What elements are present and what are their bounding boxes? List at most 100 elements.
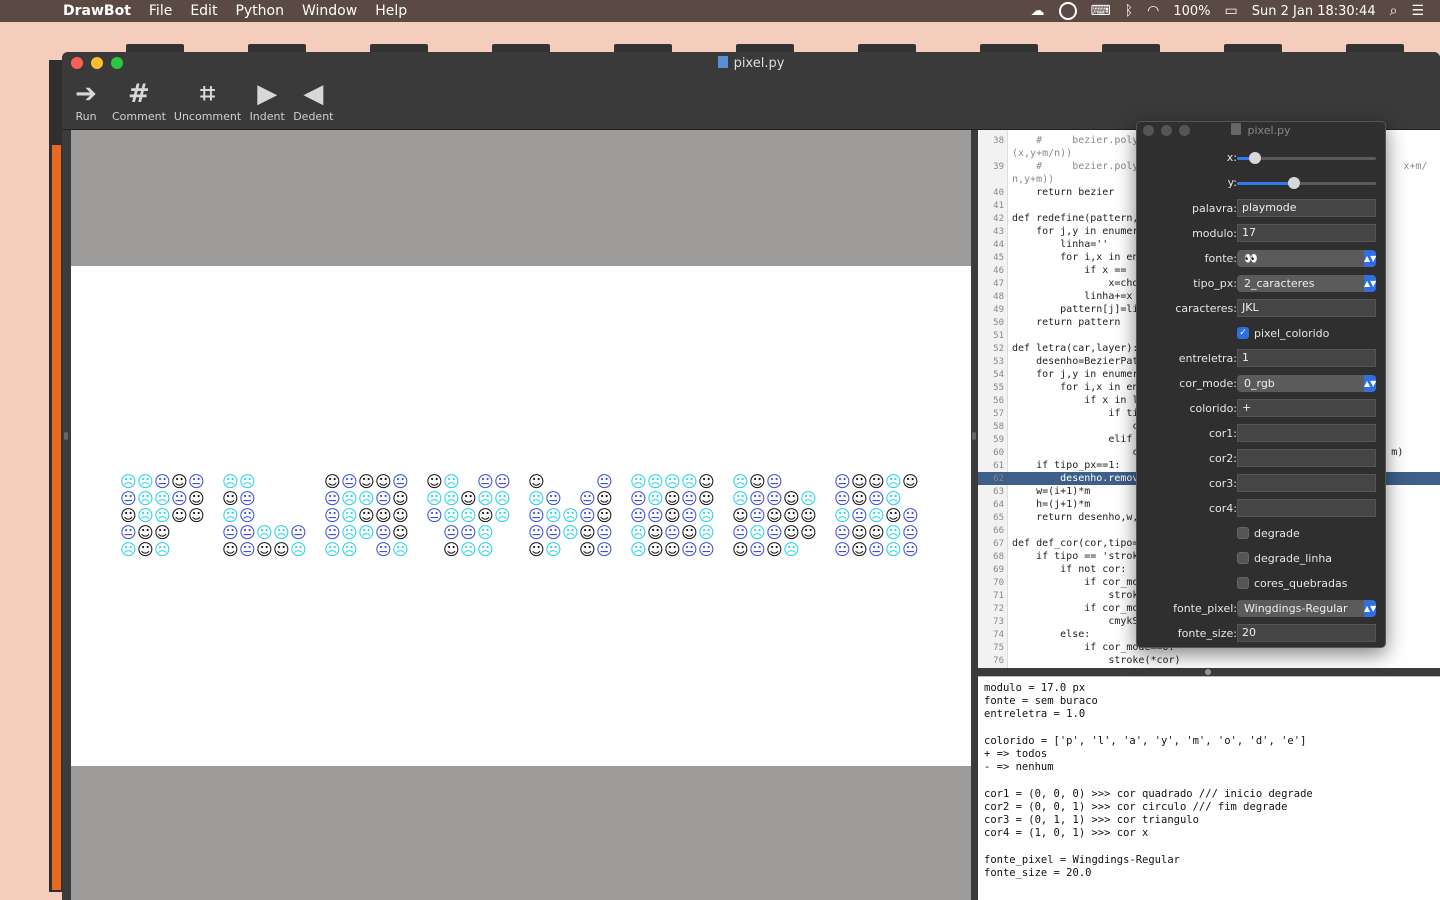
smiley-pixel-icon: 😐 [375,523,392,542]
code-text: (x,y+m/n)) [1012,148,1073,159]
cor3-input[interactable] [1237,474,1376,492]
smiley-pixel-icon: ☹ [630,523,647,542]
smiley-pixel-icon: ☹ [324,540,341,559]
smiley-pixel-icon: ☹ [222,506,239,525]
x-label: x: [1226,151,1237,164]
smiley-pixel-icon: ☹ [426,489,443,508]
focus-ring-icon[interactable] [1058,2,1077,20]
fonte-select[interactable]: 👀 ▲▼ [1237,250,1376,267]
window-title-text: pixel.py [733,56,785,71]
drawing-canvas[interactable]: ☹ ☹ 😐 ☺ 😐 😐 ☹ ☹ 😐 ☺ ☺ ☹ ☹ ☺ ☺ 😐 ☺ ☺ ☹ ☺ ☹ ☹ ☹ ☺ 😐 ☹ ☹ 😐 😐 ☹ ☹ 😐 ☺ 😐 ☺ ☺ ☹ ☺ 😐 ☺… [71,130,971,900]
line-number: 76 [993,656,1004,666]
smiley-pixel-icon: 😐 [681,489,698,508]
dedent-button[interactable]: ◀ Dedent [293,78,333,123]
run-button[interactable]: ➔ Run [68,78,104,123]
degrade-checkbox[interactable] [1237,527,1249,539]
output-console[interactable]: modulo = 17.0 px fonte = sem buraco entrel… [978,676,1440,900]
battery-percent[interactable]: 100% [1173,4,1210,19]
cor4-input[interactable] [1237,499,1376,517]
smiley-pixel-icon: ☹ [732,489,749,508]
smiley-pixel-icon: ☹ [783,540,800,559]
battery-icon[interactable]: ▭ [1225,3,1238,19]
smiley-pixel-icon: 😐 [766,489,783,508]
indent-button[interactable]: ▶ Indent [249,78,285,123]
cor-mode-select[interactable]: 0_rgb ▲▼ [1237,375,1376,392]
smiley-pixel-icon: ☹ [392,540,409,559]
window-titlebar[interactable]: pixel.py ➔ Run # Comment ⌗ Uncomment ▶ I… [62,52,1440,130]
y-slider-knob[interactable] [1288,177,1300,189]
smiley-pixel-icon: ☺ [664,506,681,525]
notification-center-icon[interactable]: ☰ [1411,3,1424,19]
output-line: - => nenhum [984,761,1054,774]
smiley-pixel-icon: ☹ [749,523,766,542]
menu-python[interactable]: Python [226,0,293,22]
cor1-input[interactable] [1237,424,1376,442]
smiley-pixel-icon: 😐 [528,506,545,525]
smiley-pixel-icon: ☹ [732,472,749,491]
degrade-linha-checkbox[interactable] [1237,552,1249,564]
x-slider-knob[interactable] [1249,152,1261,164]
fonte-size-input[interactable]: 20 [1237,624,1376,642]
smiley-pixel-icon: 😐 [579,489,596,508]
menu-file[interactable]: File [140,0,181,22]
caracteres-input[interactable]: JKL [1237,299,1376,317]
smiley-pixel-icon: ☺ [477,506,494,525]
y-slider[interactable] [1237,177,1376,189]
entreletra-input[interactable]: 1 [1237,349,1376,367]
smiley-pixel-icon: ☹ [358,523,375,542]
pixel-colorido-checkbox[interactable]: ✓ [1237,327,1249,339]
cores-quebradas-checkbox[interactable] [1237,577,1249,589]
creative-cloud-icon[interactable]: ☁ [1031,3,1045,19]
smiley-pixel-icon: ☹ [834,506,851,525]
wifi-icon[interactable]: ◠ [1147,3,1159,19]
code-text: return bezier [1012,187,1115,198]
smiley-pixel-icon: 😐 [171,489,188,508]
clock[interactable]: Sun 2 Jan 18:30:44 [1252,4,1376,19]
smiley-pixel-icon: ☺ [783,523,800,542]
x-slider[interactable] [1237,152,1376,164]
background-thumbnail [858,44,916,52]
code-text: cmykS [1012,616,1139,627]
output-line: fonte_size = 20.0 [984,866,1092,879]
spotlight-search-icon[interactable]: ⌕ [1390,3,1398,19]
comment-button[interactable]: # Comment [112,78,166,123]
colorido-input[interactable]: + [1237,399,1376,417]
smiley-pixel-icon: ☺ [188,489,205,508]
smiley-pixel-icon: ☹ [885,523,902,542]
center-split-handle[interactable] [972,432,976,440]
smiley-pixel-icon: ☺ [749,472,766,491]
smiley-pixel-icon: ☺ [783,489,800,508]
code-line[interactable]: 76 stroke(*cor) [978,654,1440,667]
menu-window[interactable]: Window [293,0,366,22]
smiley-pixel-icon: 😐 [579,506,596,525]
cor2-input[interactable] [1237,449,1376,467]
menu-app-drawbot[interactable]: DrawBot [54,0,140,22]
code-text: if x == [1012,265,1127,276]
smiley-pixel-icon: 😐 [766,472,783,491]
modulo-input[interactable]: 17 [1237,224,1376,242]
uncomment-button[interactable]: ⌗ Uncomment [174,78,241,123]
smiley-pixel-icon: 😐 [868,540,885,559]
smiley-pixel-icon: 😐 [120,489,137,508]
smiley-pixel-icon: ☺ [256,540,273,559]
palavra-input[interactable]: playmode [1237,199,1376,217]
smiley-pixel-icon: ☺ [647,523,664,542]
fonte-value: 👀 [1244,252,1258,265]
smiley-pixel-icon: ☺ [868,523,885,542]
smiley-pixel-icon: ☹ [494,506,511,525]
fonte-pixel-select[interactable]: Wingdings-Regular ▲▼ [1237,600,1376,617]
smiley-pixel-icon: ☹ [222,472,239,491]
menu-edit[interactable]: Edit [181,0,226,22]
bluetooth-icon[interactable]: ᛒ [1125,3,1133,19]
smiley-pixel-icon: ☹ [120,472,137,491]
code-text: stroke(*cor) [1012,655,1181,666]
left-split-handle[interactable] [64,432,68,440]
code-text: def def_cor(cor,tipo= [1012,538,1139,549]
degrade-linha-label: degrade_linha [1254,552,1333,565]
editor-output-divider[interactable] [1205,669,1211,675]
menu-help[interactable]: Help [366,0,416,22]
smiley-pixel-icon: ☺ [698,489,715,508]
keyboard-icon[interactable]: ⌨ [1091,3,1111,19]
smiley-pixel-icon: 😐 [324,506,341,525]
tipo-px-select[interactable]: 2_caracteres ▲▼ [1237,275,1376,292]
